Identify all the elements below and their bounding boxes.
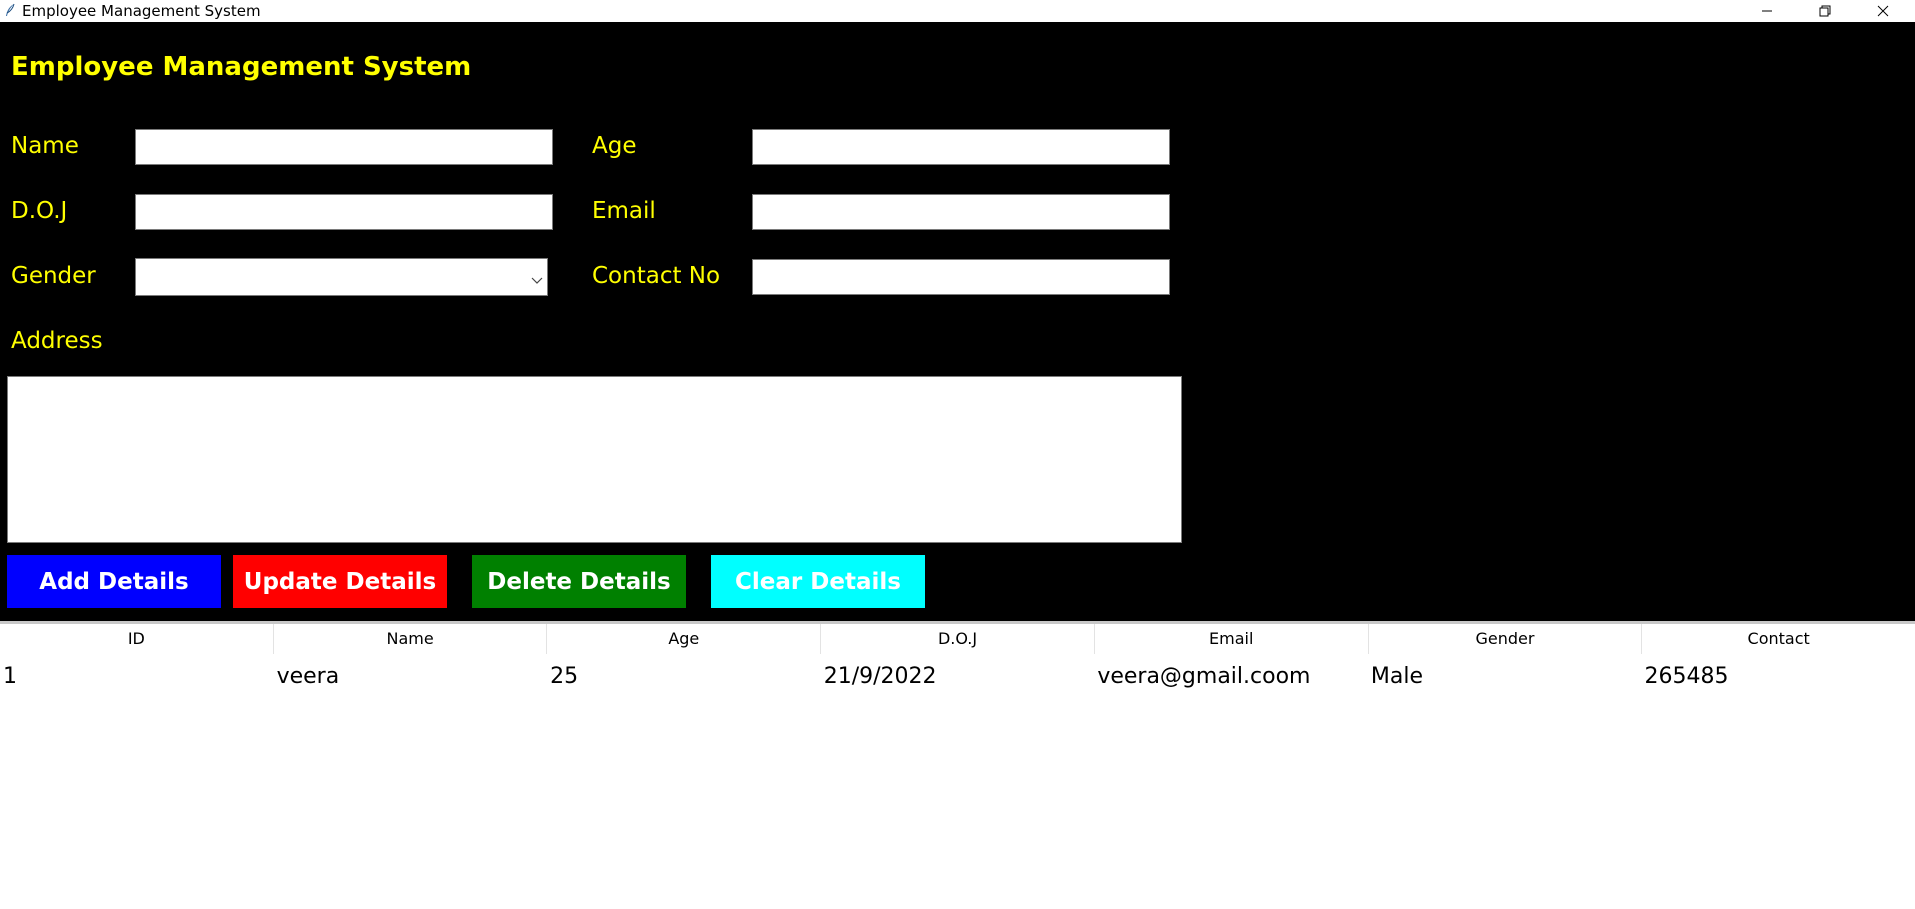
table-header: ID Name Age D.O.J Email Gender Contact (0, 624, 1915, 654)
contact-label: Contact No (592, 263, 721, 289)
window-title: Employee Management System (22, 2, 261, 20)
minimize-button[interactable] (1738, 0, 1796, 22)
column-header-age[interactable]: Age (547, 624, 822, 654)
update-details-button[interactable]: Update Details (233, 555, 447, 608)
cell-doj: 21/9/2022 (823, 664, 937, 689)
employee-form: Employee Management System Name Age D.O.… (0, 22, 1915, 621)
email-label: Email (592, 198, 656, 224)
column-header-gender[interactable]: Gender (1369, 624, 1643, 654)
feather-icon (4, 3, 16, 17)
address-label: Address (11, 328, 103, 354)
cell-email: veera@gmail.coom (1097, 664, 1311, 689)
close-icon (1877, 5, 1889, 17)
cell-age: 25 (550, 664, 579, 689)
minimize-icon (1761, 5, 1773, 17)
name-input[interactable] (135, 129, 553, 165)
doj-input[interactable] (135, 194, 553, 230)
cell-name: veera (276, 664, 340, 689)
restore-icon (1819, 5, 1831, 17)
address-textarea[interactable] (7, 376, 1182, 543)
age-input[interactable] (752, 129, 1170, 165)
title-bar: Employee Management System (0, 0, 1915, 22)
column-header-doj[interactable]: D.O.J (821, 624, 1095, 654)
cell-contact: 265485 (1644, 664, 1729, 689)
employee-table[interactable]: ID Name Age D.O.J Email Gender Contact 1… (0, 621, 1915, 909)
column-header-email[interactable]: Email (1095, 624, 1369, 654)
name-label: Name (11, 133, 79, 159)
close-button[interactable] (1854, 0, 1912, 22)
column-header-id[interactable]: ID (0, 624, 274, 654)
chevron-down-icon[interactable] (531, 272, 543, 290)
clear-details-button[interactable]: Clear Details (711, 555, 925, 608)
column-header-contact[interactable]: Contact (1642, 624, 1915, 654)
delete-details-button[interactable]: Delete Details (472, 555, 686, 608)
add-details-button[interactable]: Add Details (7, 555, 221, 608)
gender-label: Gender (11, 263, 96, 289)
doj-label: D.O.J (11, 198, 68, 224)
form-heading: Employee Management System (11, 52, 472, 82)
contact-input[interactable] (752, 259, 1170, 295)
table-row[interactable]: 1 veera 25 21/9/2022 veera@gmail.coom Ma… (0, 661, 1915, 693)
cell-gender: Male (1370, 664, 1424, 689)
column-header-name[interactable]: Name (274, 624, 548, 654)
age-label: Age (592, 133, 637, 159)
gender-combobox[interactable] (135, 258, 548, 296)
email-input[interactable] (752, 194, 1170, 230)
cell-id: 1 (3, 664, 17, 689)
restore-button[interactable] (1796, 0, 1854, 22)
